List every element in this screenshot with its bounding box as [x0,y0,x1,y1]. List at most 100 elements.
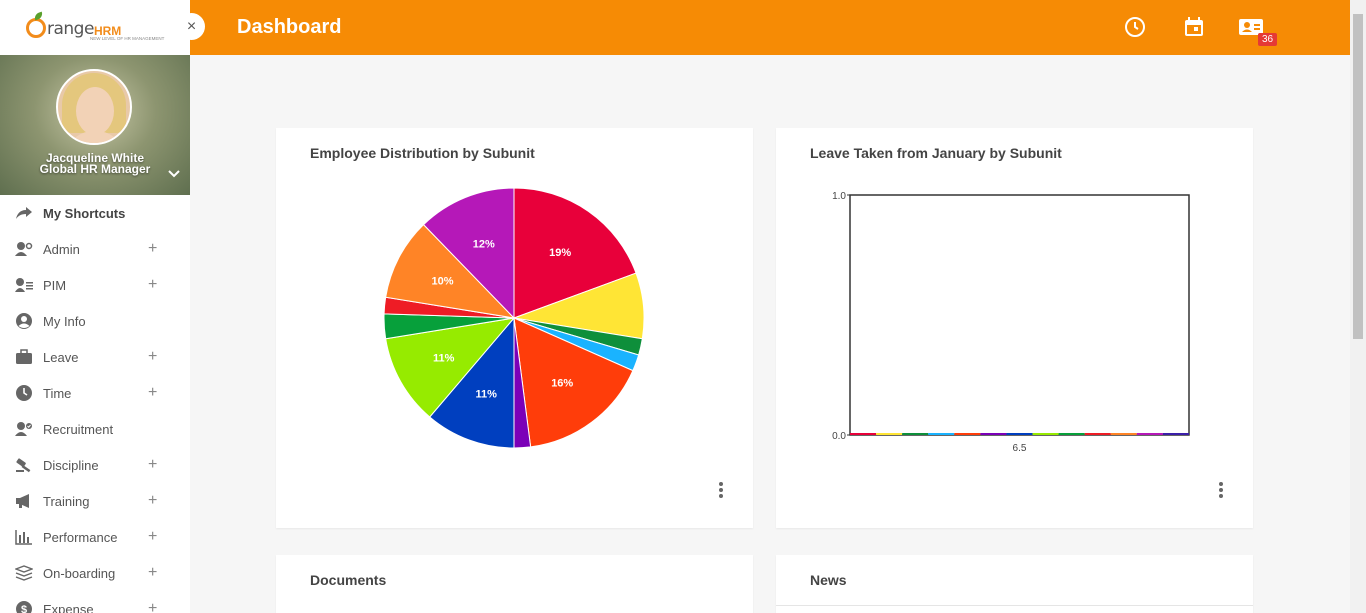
svg-text:$: $ [21,604,27,613]
profile-panel: Jacqueline White Global HR Manager [0,55,190,195]
pie-slice-label: 11% [433,353,455,365]
avatar[interactable] [56,69,132,145]
sidebar-item-label: Discipline [43,457,99,473]
bar-9[interactable] [1084,433,1111,435]
page-scrollbar[interactable] [1350,0,1366,613]
bar-10[interactable] [1110,433,1137,435]
calendar-icon[interactable] [1183,16,1205,38]
sidebar-item-leave[interactable]: Leave + [0,339,190,375]
sidebar-item-label: Training [43,493,90,509]
user-check-icon [15,420,33,438]
employee-distribution-card: Employee Distribution by Subunit 19% 16% 1… [276,128,753,528]
x-tick-label: 6.5 [1013,443,1027,454]
expand-plus-icon[interactable]: + [148,492,157,510]
sidebar-item-on-boarding[interactable]: On-boarding + [0,555,190,591]
card-title-documents: Documents [310,572,387,588]
sidebar-item-my-info[interactable]: My Info [0,303,190,339]
notification-badge[interactable]: 36 [1258,33,1278,46]
employee-distribution-options-button[interactable] [718,482,724,502]
layers-icon [15,564,33,582]
expand-plus-icon[interactable]: + [148,384,157,402]
y-tick-label: 0.0 [832,431,846,442]
y-tick-label: 1.0 [832,191,846,202]
expand-plus-icon[interactable]: + [148,528,157,546]
bar-4[interactable] [954,433,981,435]
bar-8[interactable] [1058,433,1085,435]
pie-slice-label: 19% [549,247,571,259]
sidebar-item-label: My Shortcuts [43,205,126,221]
pie-slice-label: 11% [475,389,497,401]
bar-1[interactable] [876,433,903,435]
bar-3[interactable] [928,433,955,435]
clock-icon [15,384,33,402]
pie-slice-label: 16% [551,378,573,390]
sidebar-item-label: My Info [43,313,86,329]
sidebar-item-label: On-boarding [43,565,116,581]
sidebar-item-discipline[interactable]: Discipline + [0,447,190,483]
sidebar-item-label: Time [43,385,72,401]
megaphone-icon [15,492,33,510]
pie-slice-label: 10% [432,276,454,288]
sidebar-item-pim[interactable]: PIM + [0,267,190,303]
expand-plus-icon[interactable]: + [148,348,157,366]
gavel-icon [15,456,33,474]
sidebar-menu: My Shortcuts Admin + PIM + My Info Leave + Time +… [0,195,190,613]
expand-plus-icon[interactable]: + [148,564,157,582]
bar-chart-icon [15,528,33,546]
bar-0[interactable] [850,433,877,435]
sidebar-item-label: Expense [43,601,94,613]
briefcase-icon [15,348,33,366]
close-sidebar-button[interactable]: × [178,13,205,40]
share-arrow-icon [15,204,33,222]
pie-slice-label: 12% [473,238,495,250]
scrollbar-thumb[interactable] [1353,14,1363,339]
employee-distribution-pie-chart: 19% 16% 11% 11% 10% 12% [383,187,645,449]
sidebar-item-time[interactable]: Time + [0,375,190,411]
profile-dropdown-chevron-icon[interactable] [168,168,180,182]
sidebar-item-label: PIM [43,277,67,293]
orange-logo-icon [26,17,46,38]
user-list-icon [15,276,33,294]
sidebar-item-recruitment[interactable]: Recruitment [0,411,190,447]
bar-chart-plot-area [849,194,1190,436]
leave-taken-card: Leave Taken from January by Subunit 1.0 0… [776,128,1253,528]
sidebar: range HRM NEW LEVEL OF HR MANAGEMENT Jac… [0,0,190,613]
attendance-clock-icon[interactable] [1124,16,1146,38]
bar-5[interactable] [980,433,1007,435]
bar-11[interactable] [1136,433,1163,435]
bar-12[interactable] [1162,433,1189,435]
logo-main-text: range [47,18,94,39]
news-divider [776,605,1253,606]
sidebar-item-training[interactable]: Training + [0,483,190,519]
expand-plus-icon[interactable]: + [148,276,157,294]
logo-bar: range HRM NEW LEVEL OF HR MANAGEMENT [0,0,190,55]
sidebar-item-label: Leave [43,349,79,365]
dollar-icon: $ [15,600,33,613]
leave-taken-bar-chart: 1.0 0.0 6.5 [832,191,1190,454]
news-card: News [776,555,1253,613]
bar-6[interactable] [1006,433,1033,435]
sidebar-item-performance[interactable]: Performance + [0,519,190,555]
bar-2[interactable] [902,433,929,435]
profile-role: Global HR Manager [39,162,151,176]
logo-tagline: NEW LEVEL OF HR MANAGEMENT [90,36,165,41]
user-gear-icon [15,240,33,258]
close-icon: × [186,17,197,35]
sidebar-item-label: Admin [43,241,80,257]
expand-plus-icon[interactable]: + [148,240,157,258]
expand-plus-icon[interactable]: + [148,600,157,613]
user-circle-icon [15,312,33,330]
sidebar-item-my-shortcuts[interactable]: My Shortcuts [0,195,190,231]
top-bar: Dashboard 36 [190,0,1350,55]
page-title: Dashboard [237,16,342,38]
card-title-news: News [810,572,847,588]
orangehrm-logo[interactable]: range HRM [26,17,121,39]
sidebar-item-label: Recruitment [43,421,114,437]
expand-plus-icon[interactable]: + [148,456,157,474]
bar-7[interactable] [1032,433,1059,435]
documents-card: Documents [276,555,753,613]
sidebar-item-label: Performance [43,529,118,545]
sidebar-item-admin[interactable]: Admin + [0,231,190,267]
leave-taken-options-button[interactable] [1218,482,1224,502]
sidebar-item-expense[interactable]: $ Expense + [0,591,190,613]
